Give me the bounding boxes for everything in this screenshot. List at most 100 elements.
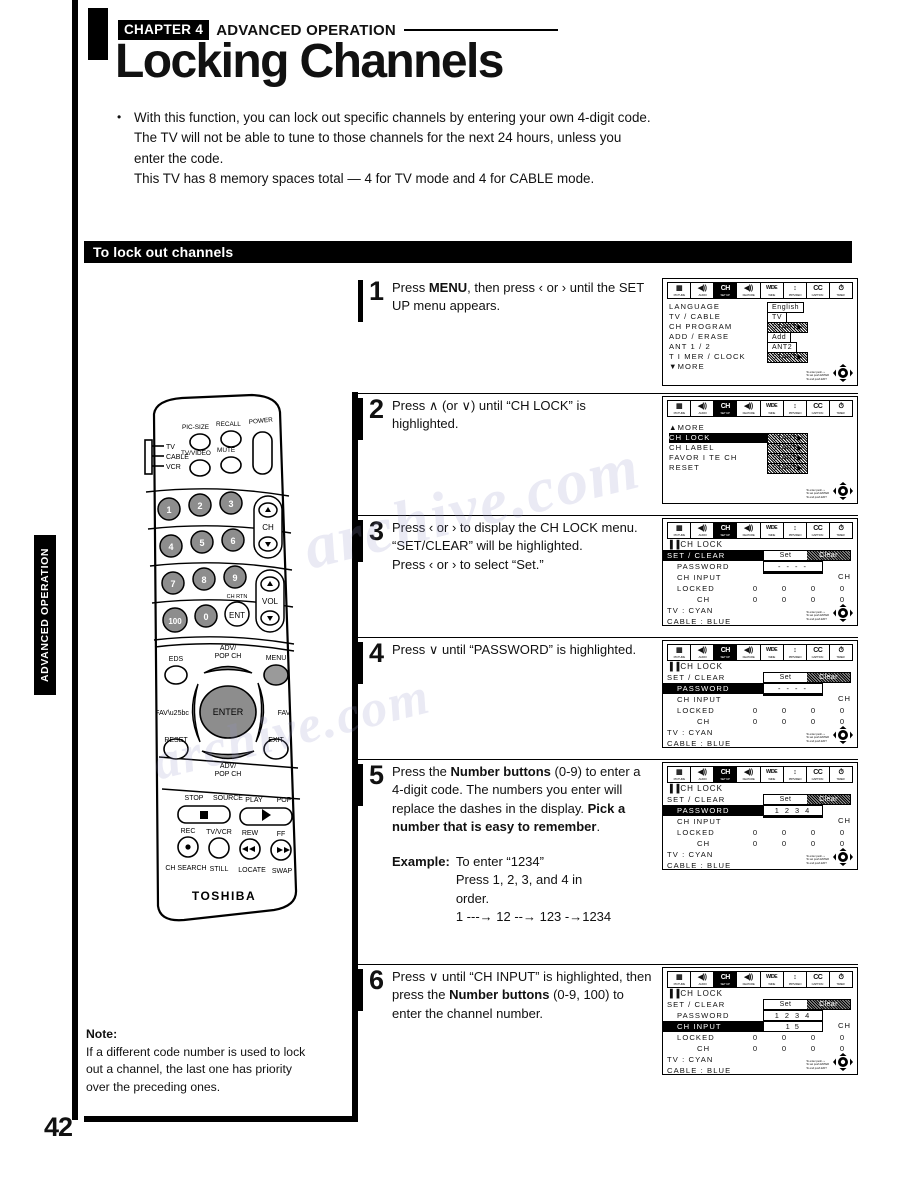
note-block: Note: If a different code number is used… xyxy=(86,1026,358,1096)
number-buttons-keyword: Number buttons xyxy=(450,764,551,779)
set-option[interactable]: Set xyxy=(764,1000,807,1009)
step-5-text: Press the Number buttons (0-9) to enter … xyxy=(392,760,658,958)
ch-input-field[interactable] xyxy=(763,572,823,574)
row-label: PASSWORD xyxy=(677,684,730,693)
cell: 0 xyxy=(781,584,788,593)
clear-option[interactable]: Clear xyxy=(807,551,850,560)
svg-text:7: 7 xyxy=(170,579,175,589)
cell: 0 xyxy=(781,1033,788,1042)
remote-svg: TV CABLE VCR PIC-SIZE RECALL POWER TV/VI… xyxy=(144,393,301,922)
osd-screen-chlock-step5: ▦ PICTURE ◀)) AUDIO CH SET UP ◀)) FEATURE WI… xyxy=(662,762,858,870)
svg-text:TV/VCR: TV/VCR xyxy=(206,829,232,836)
caption-cc-icon: CC CAPTION xyxy=(806,972,830,987)
dpad-icon xyxy=(833,848,853,866)
row-label: LOCKED xyxy=(677,1033,715,1042)
osd-screen-more-menu: ▦ PICTURE ◀)) AUDIO CH SET UP ◀)) FEATURE WI… xyxy=(662,396,858,504)
wide-icon: WIDE WIDE xyxy=(760,283,784,298)
osd-note-line: To end push EXIT xyxy=(806,739,827,743)
feature-icon: ◀)) FEATURE xyxy=(737,972,761,987)
timer-icon: ⏱ TIMER xyxy=(829,523,852,538)
password-field[interactable]: 1 2 3 4 xyxy=(763,1010,823,1021)
ch-input-field[interactable] xyxy=(763,694,823,696)
example-body: To enter “1234” Press 1, 2, 3, and 4 in … xyxy=(456,853,611,927)
row-label: CH LOCK xyxy=(669,433,711,442)
step-2-number: 2 xyxy=(369,394,384,424)
svg-text:PLAY: PLAY xyxy=(245,797,263,804)
osd-screen-chlock-step4: ▦ PICTURE ◀)) AUDIO CH SET UP ◀)) FEATURE WI… xyxy=(662,640,858,748)
row-label: CH LABEL xyxy=(669,443,715,452)
osd-row: T I MER / CLOCK START▶ xyxy=(669,351,851,363)
step-2-marker: 2 xyxy=(358,394,392,509)
cell: 0 xyxy=(781,1044,788,1053)
pip-video-icon: ↕ PIP/VIDEO xyxy=(783,972,807,987)
picture-icon: ▦ PICTURE xyxy=(668,283,692,298)
set-clear-selector[interactable]: Set Clear xyxy=(763,550,851,561)
set-option[interactable]: Set xyxy=(764,673,807,682)
timer-icon: ⏱ TIMER xyxy=(829,972,852,987)
svg-text:CH RTN: CH RTN xyxy=(227,594,248,600)
row-label: TV : CYAN xyxy=(667,850,714,859)
svg-text:9: 9 xyxy=(232,573,237,583)
password-field[interactable]: - - - - xyxy=(763,561,823,572)
section-header-bar: To lock out channels xyxy=(84,241,852,263)
number-buttons-keyword: Number buttons xyxy=(449,987,550,1003)
ch-input-field[interactable] xyxy=(763,816,823,818)
step-3-marker: 3 xyxy=(358,516,392,631)
pip-video-icon: ↕ PIP/VIDEO xyxy=(783,645,807,660)
remote-control-illustration: TV CABLE VCR PIC-SIZE RECALL POWER TV/VI… xyxy=(124,392,324,937)
osd-setup-rows: LANGUAGE English TV / CABLE TV CH PROGRAM S… xyxy=(663,301,857,372)
svg-text:VCR: VCR xyxy=(166,464,181,471)
osd-row-favorite-ch: FAVOR I TE CH START▶ xyxy=(669,452,851,464)
row-label: SET / CLEAR xyxy=(667,673,726,682)
set-clear-selector[interactable]: Set Clear xyxy=(763,794,851,805)
picture-icon: ▦ PICTURE xyxy=(668,972,692,987)
svg-text:MUTE: MUTE xyxy=(217,447,235,454)
osd-screen-chlock-step6: ▦ PICTURE ◀)) AUDIO CH SET UP ◀)) FEATURE WI… xyxy=(662,967,858,1075)
password-field[interactable]: 1 2 3 4 xyxy=(763,805,823,816)
svg-text:0: 0 xyxy=(203,612,208,622)
step-1-text: Press MENU, then press ‹ or › until the … xyxy=(392,280,644,314)
osd-icon-bar: ▦ PICTURE ◀)) AUDIO CH SET UP ◀)) FEATURE WI… xyxy=(667,400,853,417)
caption-cc-icon: CC CAPTION xyxy=(806,767,830,782)
page-left-rule xyxy=(72,0,78,1120)
step-rule xyxy=(358,969,363,1011)
set-clear-selector[interactable]: Set Clear xyxy=(763,999,851,1010)
svg-text:EDS: EDS xyxy=(169,656,184,663)
set-clear-selector[interactable]: Set Clear xyxy=(763,672,851,683)
svg-text:FF: FF xyxy=(277,831,286,838)
svg-text:REW: REW xyxy=(242,830,259,837)
ch-input-field[interactable]: 1 5 xyxy=(763,1021,823,1032)
row-label: ANT 1 / 2 xyxy=(669,342,711,351)
row-label: ADD / ERASE xyxy=(669,332,730,341)
password-field[interactable]: - - - - xyxy=(763,683,823,694)
wide-icon: WIDE WIDE xyxy=(760,645,784,660)
osd-icon-bar: ▦ PICTURE ◀)) AUDIO CH SET UP ◀)) FEATURE WI… xyxy=(667,644,853,661)
row-label: PASSWORD xyxy=(677,1011,730,1020)
svg-text:6: 6 xyxy=(230,536,235,546)
step-rule xyxy=(358,642,363,684)
wide-icon: WIDE WIDE xyxy=(760,401,784,416)
clear-option[interactable]: Clear xyxy=(807,673,850,682)
intro-paragraph: • With this function, you can lock out s… xyxy=(117,108,833,190)
row-ch-input: CH INPUT xyxy=(663,694,857,705)
set-option[interactable]: Set xyxy=(764,795,807,804)
feature-icon: ◀)) FEATURE xyxy=(737,645,761,660)
osd-help-note: To enter push ‹ › To set push ENTER To e… xyxy=(806,371,829,381)
set-option[interactable]: Set xyxy=(764,551,807,560)
row-label: LOCKED xyxy=(677,828,715,837)
clear-option[interactable]: Clear xyxy=(807,795,850,804)
cell: 0 xyxy=(781,717,788,726)
osd-row-ch-label: CH LABEL START▶ xyxy=(669,442,851,454)
bullet-icon: • xyxy=(117,110,122,124)
step-5: 5 Press the Number buttons (0-9) to ente… xyxy=(358,760,858,965)
svg-text:FAV: FAV xyxy=(278,710,291,717)
row-label: LOCKED xyxy=(677,584,715,593)
example-label: Example: xyxy=(392,853,450,869)
cell: 0 xyxy=(810,717,817,726)
step-4-marker: 4 xyxy=(358,638,392,753)
section-title: To lock out channels xyxy=(93,244,234,260)
clear-option[interactable]: Clear xyxy=(807,1000,850,1009)
svg-text:ADV/: ADV/ xyxy=(220,763,236,770)
osd-row: CH PROGRAM START▶ xyxy=(669,321,851,333)
osd-icon-bar: ▦ PICTURE ◀)) AUDIO CH SET UP ◀)) FEATURE WI… xyxy=(667,282,853,299)
